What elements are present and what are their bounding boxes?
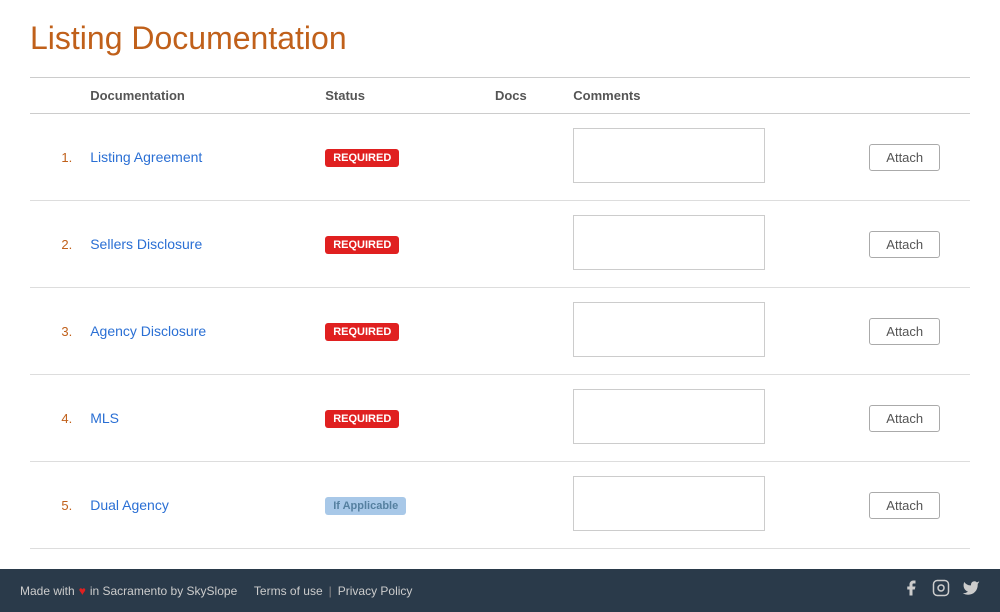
table-row: 3.Agency Disclosure Required Attach [30, 288, 970, 375]
status-badge: Required [325, 236, 399, 254]
attach-button[interactable]: Attach [869, 318, 940, 345]
table-row: 4.MLS Required Attach [30, 375, 970, 462]
row-number: 3. [30, 288, 82, 375]
col-header-num [30, 78, 82, 114]
doc-name: Dual Agency [82, 462, 317, 549]
footer-terms-link[interactable]: Terms of use [254, 584, 323, 598]
attach-button[interactable]: Attach [869, 492, 940, 519]
doc-attach-cell: Attach [839, 375, 970, 462]
instagram-icon[interactable] [932, 579, 950, 602]
footer-made-with: Made with [20, 584, 75, 598]
doc-attach-cell: Attach [839, 288, 970, 375]
comment-input[interactable] [573, 389, 765, 444]
documentation-table: Documentation Status Docs Comments 1.Lis… [30, 78, 970, 549]
col-header-status: Status [317, 78, 487, 114]
doc-status: If Applicable [317, 462, 487, 549]
footer-social [902, 579, 980, 602]
col-header-docs: Docs [487, 78, 565, 114]
col-header-comments: Comments [565, 78, 839, 114]
status-badge: Required [325, 410, 399, 428]
main-content: Listing Documentation Documentation Stat… [0, 0, 1000, 569]
doc-attach-cell: Attach [839, 201, 970, 288]
attach-button[interactable]: Attach [869, 405, 940, 432]
col-header-action [839, 78, 970, 114]
doc-comments-cell [565, 288, 839, 375]
footer-links: Terms of use | Privacy Policy [241, 584, 412, 598]
comment-input[interactable] [573, 476, 765, 531]
doc-attach-cell: Attach [839, 114, 970, 201]
doc-comments-cell [565, 375, 839, 462]
facebook-icon[interactable] [902, 579, 920, 602]
doc-name: MLS [82, 375, 317, 462]
row-number: 4. [30, 375, 82, 462]
status-badge: Required [325, 323, 399, 341]
col-header-documentation: Documentation [82, 78, 317, 114]
attach-button[interactable]: Attach [869, 231, 940, 258]
footer-privacy-link[interactable]: Privacy Policy [338, 584, 413, 598]
doc-docs [487, 462, 565, 549]
table-row: 1.Listing Agreement Required Attach [30, 114, 970, 201]
doc-status: Required [317, 288, 487, 375]
footer: Made with ♥ in Sacramento by SkySlope Te… [0, 569, 1000, 612]
table-row: 2.Sellers Disclosure Required Attach [30, 201, 970, 288]
table-row: 5.Dual Agency If Applicable Attach [30, 462, 970, 549]
doc-comments-cell [565, 114, 839, 201]
doc-comments-cell [565, 462, 839, 549]
page-title: Listing Documentation [30, 20, 970, 57]
footer-heart: ♥ [79, 584, 86, 598]
doc-name: Listing Agreement [82, 114, 317, 201]
row-number: 2. [30, 201, 82, 288]
doc-comments-cell [565, 201, 839, 288]
footer-left: Made with ♥ in Sacramento by SkySlope Te… [20, 584, 412, 598]
doc-status: Required [317, 201, 487, 288]
row-number: 1. [30, 114, 82, 201]
twitter-icon[interactable] [962, 579, 980, 602]
doc-docs [487, 114, 565, 201]
doc-docs [487, 288, 565, 375]
footer-separator: | [329, 584, 332, 598]
comment-input[interactable] [573, 302, 765, 357]
comment-input[interactable] [573, 215, 765, 270]
row-number: 5. [30, 462, 82, 549]
comment-input[interactable] [573, 128, 765, 183]
doc-status: Required [317, 375, 487, 462]
doc-name: Sellers Disclosure [82, 201, 317, 288]
doc-attach-cell: Attach [839, 462, 970, 549]
doc-status: Required [317, 114, 487, 201]
doc-docs [487, 201, 565, 288]
attach-button[interactable]: Attach [869, 144, 940, 171]
doc-name: Agency Disclosure [82, 288, 317, 375]
status-badge: If Applicable [325, 497, 406, 515]
doc-docs [487, 375, 565, 462]
footer-location: in Sacramento by SkySlope [90, 584, 237, 598]
status-badge: Required [325, 149, 399, 167]
